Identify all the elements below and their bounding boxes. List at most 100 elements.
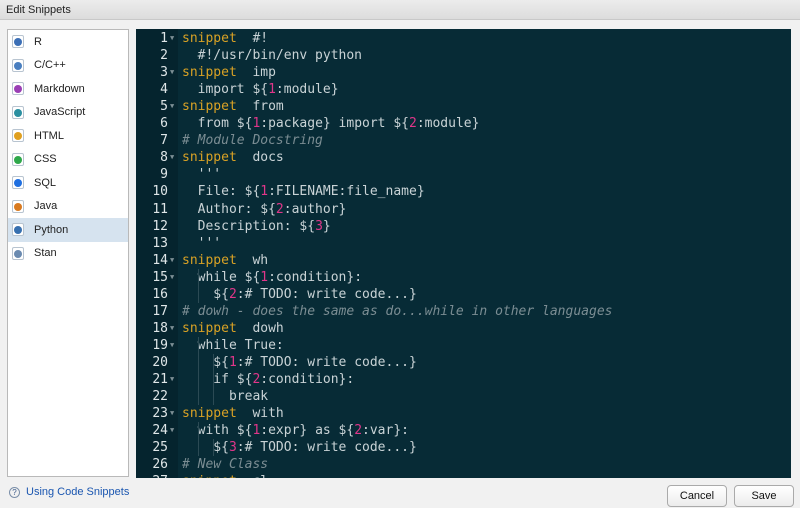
cancel-button[interactable]: Cancel (667, 485, 727, 507)
file-type-icon (12, 82, 24, 96)
code-text: if ${2:condition}: (182, 371, 354, 388)
save-button[interactable]: Save (734, 485, 794, 507)
code-token: if ${ (182, 372, 253, 387)
line-number: 23 (152, 406, 168, 422)
file-type-icon (12, 223, 24, 237)
code-text: while ${1:condition}: (182, 269, 362, 286)
code-token: 2 (275, 201, 284, 217)
line-number: 24 (152, 423, 168, 439)
code-line: 17 # dowh - does the same as do...while i… (136, 303, 791, 320)
code-line: 16 ${2:# TODO: write code...} (136, 286, 791, 303)
file-type-icon (12, 129, 24, 143)
fold-arrow-icon[interactable]: ▼ (170, 269, 174, 286)
code-token: snippet (182, 474, 237, 478)
code-token: Description: ${ (182, 218, 316, 234)
code-line: 19 ▼ while True: (136, 337, 791, 354)
code-text: snippet cl (182, 473, 268, 478)
code-text: # dowh - does the same as do...while in … (182, 303, 612, 320)
code-line: 13 ''' (136, 235, 791, 252)
line-number: 11 (152, 201, 168, 217)
fold-arrow-icon[interactable]: ▼ (170, 405, 174, 422)
code-token: File: ${ (182, 184, 261, 200)
code-line: 21 ▼ if ${2:condition}: (136, 371, 791, 388)
language-item-cc[interactable]: C/C++ (8, 54, 128, 78)
code-text: snippet with (182, 405, 284, 422)
language-item-markdown[interactable]: Markdown (8, 77, 128, 101)
line-number: 20 (152, 354, 168, 370)
code-text: ${1:# TODO: write code...} (182, 354, 417, 371)
language-item-html[interactable]: HTML (8, 124, 128, 148)
indent-guide (213, 371, 215, 406)
code-text: ''' (182, 235, 222, 252)
code-line: 2 #!/usr/bin/env python (136, 47, 791, 64)
code-token: 1 (268, 82, 276, 98)
code-text: with ${1:expr} as ${2:var}: (182, 422, 409, 439)
code-line: 26 # New Class (136, 456, 791, 473)
language-item-css[interactable]: CSS (8, 148, 128, 172)
fold-arrow-icon[interactable]: ▼ (170, 64, 174, 81)
code-text: # Module Docstring (182, 132, 323, 149)
code-token: from (236, 99, 284, 115)
code-token: wh (236, 252, 269, 268)
code-text: snippet wh (182, 252, 268, 269)
using-code-snippets-link[interactable]: ? Using Code Snippets (9, 486, 129, 498)
line-number: 13 (152, 235, 168, 251)
code-token: :expr} as ${ (260, 423, 355, 439)
code-text: snippet #! (182, 30, 268, 47)
code-token: # Module Docstring (182, 133, 323, 149)
code-line: 6 from ${1:package} import ${2:module} (136, 115, 791, 132)
fold-arrow-icon[interactable]: ▼ (170, 30, 174, 47)
code-token: 1 (260, 269, 269, 285)
line-number: 17 (152, 303, 168, 319)
code-token: 3 (228, 440, 237, 456)
code-token: 2 (228, 286, 237, 302)
fold-arrow-icon[interactable]: ▼ (170, 422, 174, 439)
code-token: with ${ (182, 423, 253, 439)
code-line: 3 ▼ snippet imp (136, 64, 791, 81)
language-label: JavaScript (34, 106, 86, 119)
file-type-icon (12, 35, 24, 49)
snippet-editor[interactable]: 1 ▼ snippet #! 2 #!/usr/bin/env python 3 ▼ sni… (136, 29, 791, 478)
code-text: ${3:# TODO: write code...} (182, 439, 417, 456)
file-type-icon (12, 105, 24, 119)
code-token: snippet (182, 320, 237, 336)
code-token: import ${ (182, 82, 269, 98)
code-line: 25 ${3:# TODO: write code...} (136, 439, 791, 456)
code-token: :author} (283, 201, 347, 217)
code-line: 10 File: ${1:FILENAME:file_name} (136, 183, 791, 200)
code-token: :FILENAME:file_name} (268, 184, 425, 200)
code-token: :package} import ${ (260, 116, 409, 132)
code-token: snippet (182, 65, 237, 81)
language-item-java[interactable]: Java (8, 195, 128, 219)
language-item-sql[interactable]: SQL (8, 171, 128, 195)
code-line: 9 ''' (136, 166, 791, 183)
code-line: 23 ▼ snippet with (136, 405, 791, 422)
file-type-icon (12, 58, 24, 72)
language-item-javascript[interactable]: JavaScript (8, 101, 128, 125)
help-icon: ? (9, 486, 20, 498)
code-line: 12 Description: ${3} (136, 218, 791, 235)
code-token: 1 (260, 184, 269, 200)
language-label: Markdown (34, 82, 85, 95)
code-text: break (182, 388, 268, 405)
code-token: :# TODO: write code...} (236, 440, 417, 456)
fold-arrow-icon[interactable]: ▼ (170, 337, 174, 354)
fold-arrow-icon[interactable]: ▼ (170, 98, 174, 115)
fold-arrow-icon[interactable]: ▼ (170, 371, 174, 388)
code-token: ${ (182, 440, 229, 456)
fold-arrow-icon[interactable]: ▼ (170, 149, 174, 166)
fold-arrow-icon[interactable]: ▼ (170, 252, 174, 269)
fold-arrow-icon[interactable]: ▼ (170, 320, 174, 337)
language-item-python[interactable]: Python (8, 218, 128, 242)
language-item-r[interactable]: R (8, 30, 128, 54)
line-number: 3 (160, 65, 168, 81)
language-item-stan[interactable]: Stan (8, 242, 128, 266)
code-line: 24 ▼ with ${1:expr} as ${2:var}: (136, 422, 791, 439)
window-title: Edit Snippets (0, 0, 800, 20)
code-token: } (322, 218, 331, 234)
code-token: cl (237, 474, 268, 478)
code-text: File: ${1:FILENAME:file_name} (182, 183, 425, 200)
line-number: 21 (152, 372, 168, 387)
code-token: :var}: (362, 423, 409, 439)
line-number: 25 (152, 440, 168, 456)
